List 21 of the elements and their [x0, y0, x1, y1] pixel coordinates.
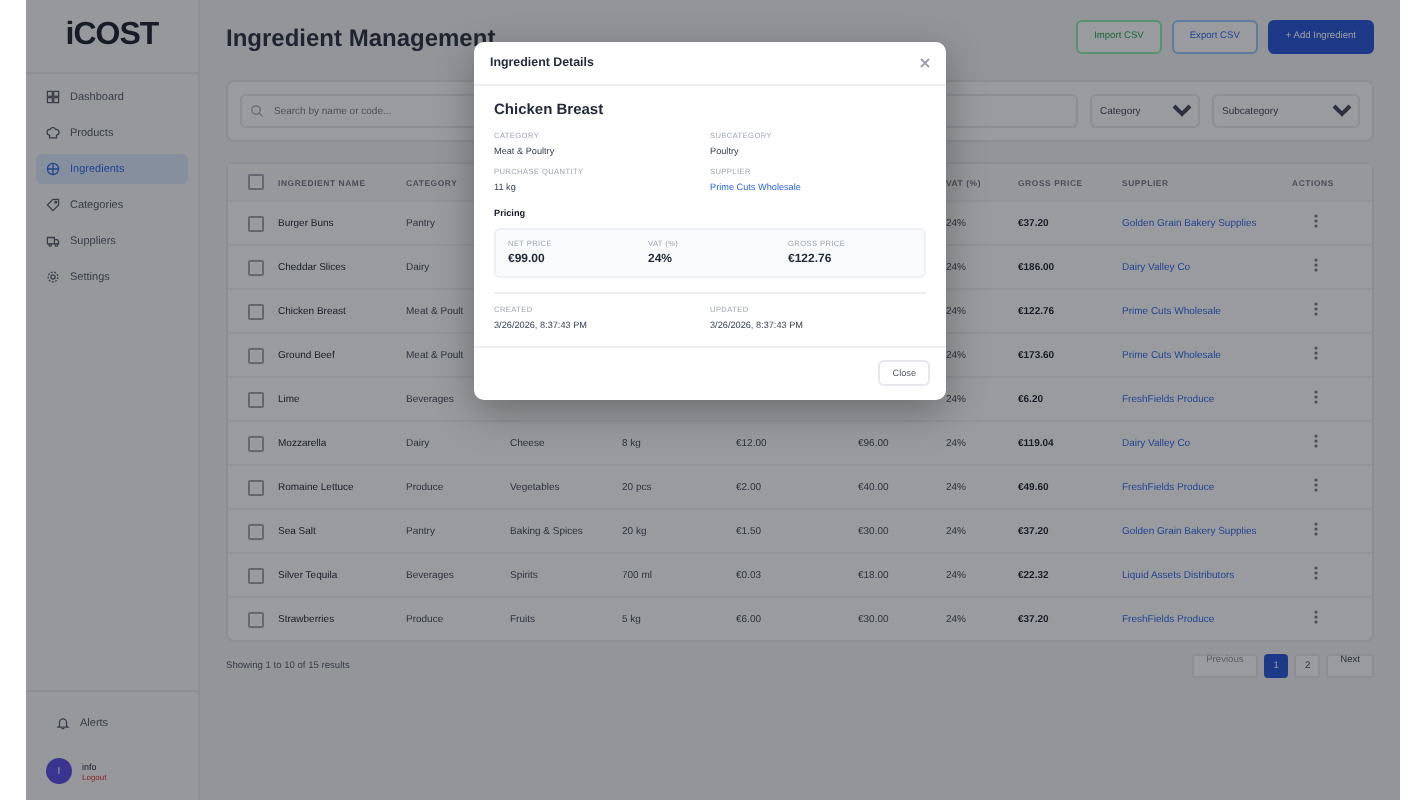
checkbox[interactable] — [248, 523, 264, 539]
checkbox[interactable] — [248, 435, 264, 451]
gear-icon — [46, 270, 60, 284]
checkbox[interactable] — [248, 215, 264, 231]
grid-icon — [46, 90, 60, 104]
checkbox[interactable] — [248, 303, 264, 319]
page-title: Ingredient Management — [226, 23, 496, 51]
chef-hat-icon — [46, 126, 60, 140]
checkbox[interactable] — [248, 479, 264, 495]
checkbox[interactable] — [248, 174, 264, 190]
truck-icon — [46, 234, 60, 248]
app-logo: iCOST — [65, 18, 159, 54]
checkbox[interactable] — [248, 347, 264, 363]
checkbox[interactable] — [248, 391, 264, 407]
tag-icon — [46, 198, 60, 212]
checkbox[interactable] — [248, 259, 264, 275]
search-icon — [250, 104, 264, 118]
checkbox[interactable] — [248, 567, 264, 583]
checkbox[interactable] — [248, 611, 264, 627]
close-icon[interactable] — [920, 58, 930, 68]
bell-icon — [56, 716, 70, 730]
